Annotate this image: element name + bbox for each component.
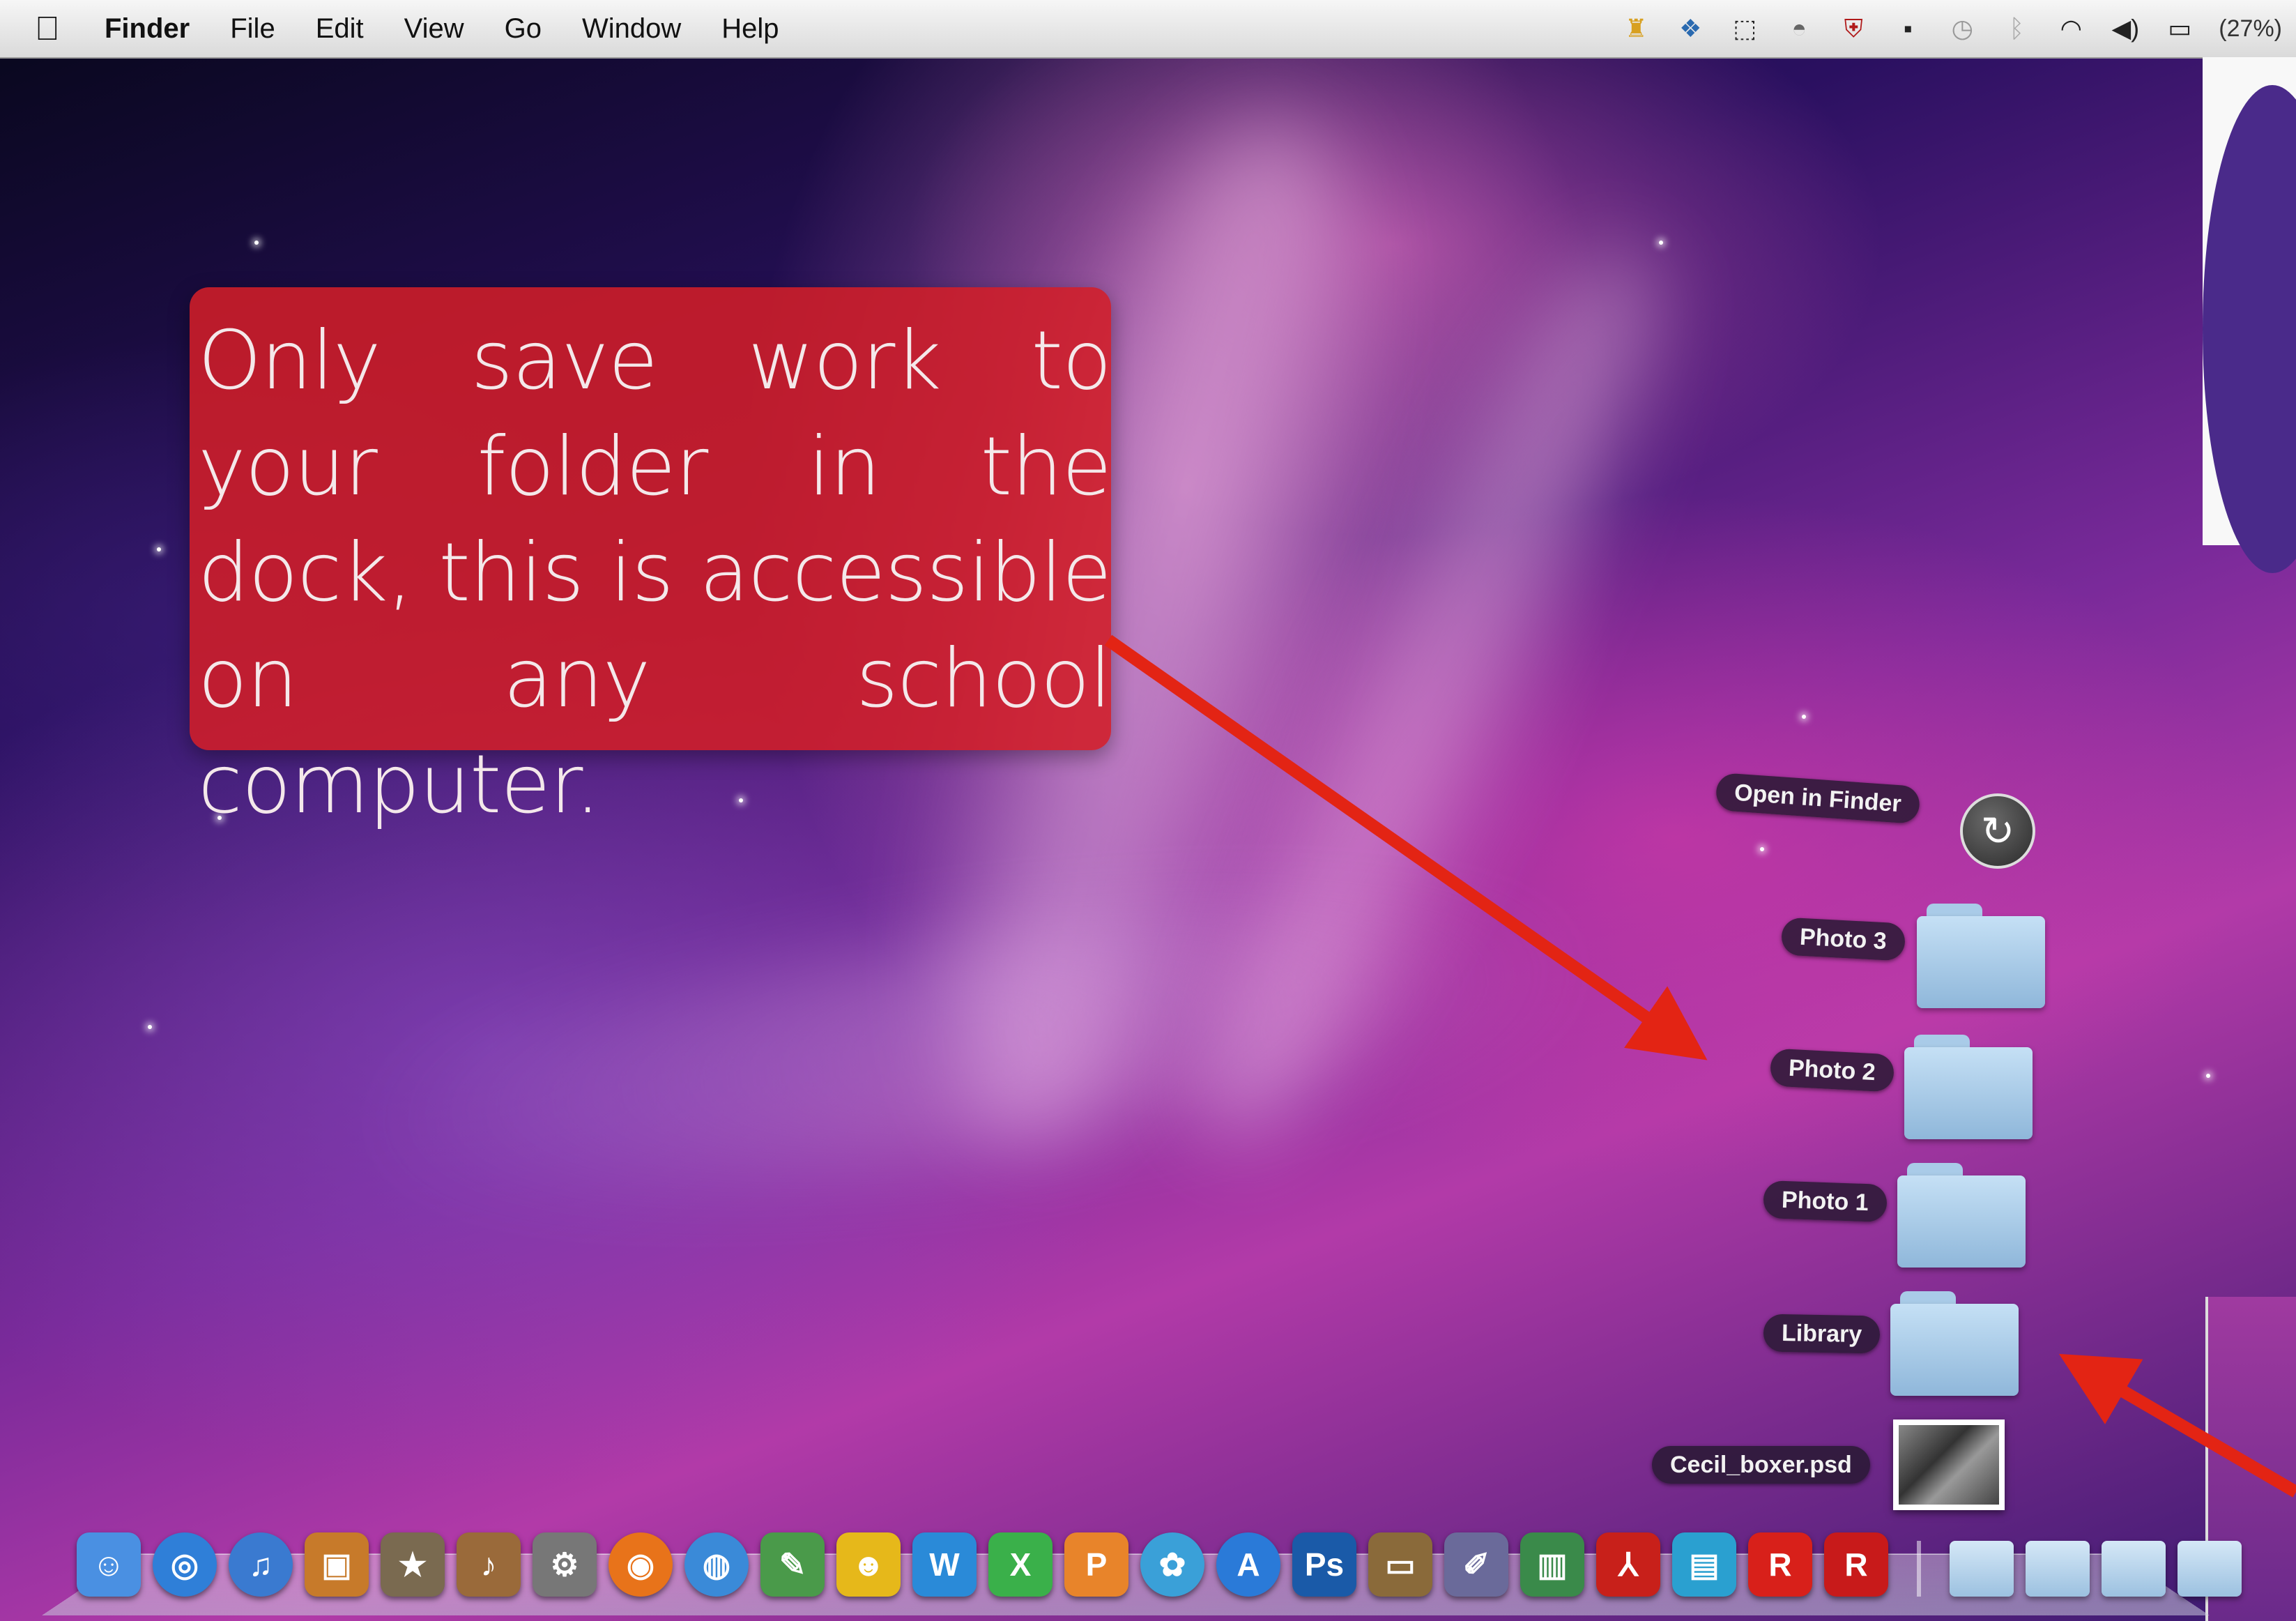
downloads-stack-icon[interactable] — [1950, 1541, 2014, 1597]
stack-item-label[interactable]: Cecil_boxer.psd — [1652, 1446, 1870, 1484]
psd-file-thumbnail[interactable] — [1893, 1420, 2005, 1510]
comic-life-icon[interactable]: ☻ — [836, 1532, 901, 1597]
dvd-player-icon[interactable]: ◍ — [684, 1532, 749, 1597]
roblox-icon[interactable]: R — [1748, 1532, 1812, 1597]
firefox-icon[interactable]: ◉ — [609, 1532, 673, 1597]
photoshop-icon[interactable]: Ps — [1292, 1532, 1356, 1597]
open-in-finder-button[interactable]: ↻ — [1960, 793, 2035, 869]
folder-icon[interactable] — [1897, 1163, 2026, 1268]
folder-icon[interactable] — [1904, 1035, 2033, 1139]
roblox-studio-icon[interactable]: R — [1824, 1532, 1888, 1597]
stack-item-label[interactable]: Library — [1763, 1314, 1881, 1354]
documents-folder-icon[interactable] — [2026, 1541, 2090, 1597]
arrow-to-library-folder — [2058, 1353, 2296, 1498]
itunes-icon[interactable]: ♫ — [229, 1532, 293, 1597]
stack-item-label[interactable]: Photo 2 — [1769, 1048, 1895, 1093]
excel-icon[interactable]: X — [988, 1532, 1053, 1597]
dock-separator — [1917, 1541, 1921, 1597]
safari-icon[interactable]: ◎ — [153, 1532, 217, 1597]
system-preferences-icon[interactable]: ⚙ — [533, 1532, 597, 1597]
stack-item-label[interactable]: Photo 3 — [1780, 917, 1906, 961]
messenger-icon[interactable]: ✿ — [1140, 1532, 1204, 1597]
garageband-icon[interactable]: ♪ — [457, 1532, 521, 1597]
numbers-icon[interactable]: ▥ — [1520, 1532, 1584, 1597]
iweb-icon[interactable]: ✎ — [760, 1532, 825, 1597]
folder-icon[interactable] — [1917, 904, 2045, 1008]
powerpoint-icon[interactable]: P — [1064, 1532, 1128, 1597]
preview-icon[interactable]: ▤ — [1672, 1532, 1736, 1597]
stack-item-label[interactable]: Photo 1 — [1763, 1180, 1888, 1223]
user-folder-icon[interactable] — [2102, 1541, 2166, 1597]
folder-icon[interactable] — [1890, 1291, 2019, 1396]
dock: ☺ ◎ ♫ ▣ ★ ♪ ⚙ ◉ ◍ ✎ ☻ W X P ✿ A Ps ▭ ✐ ▥ ⅄ ▤ R R — [77, 1520, 2242, 1597]
keynote-icon[interactable]: ▭ — [1368, 1532, 1432, 1597]
imovie-icon[interactable]: ★ — [381, 1532, 445, 1597]
acrobat-icon[interactable]: ⅄ — [1596, 1532, 1660, 1597]
finder-icon[interactable]: ☺ — [77, 1532, 141, 1597]
applications-folder-icon[interactable] — [2178, 1541, 2242, 1597]
iphoto-icon[interactable]: ▣ — [305, 1532, 369, 1597]
app-store-icon[interactable]: A — [1216, 1532, 1280, 1597]
word-icon[interactable]: W — [912, 1532, 977, 1597]
utility-icon[interactable]: ✐ — [1444, 1532, 1508, 1597]
arrow-to-photo-folder — [1104, 634, 1708, 1060]
